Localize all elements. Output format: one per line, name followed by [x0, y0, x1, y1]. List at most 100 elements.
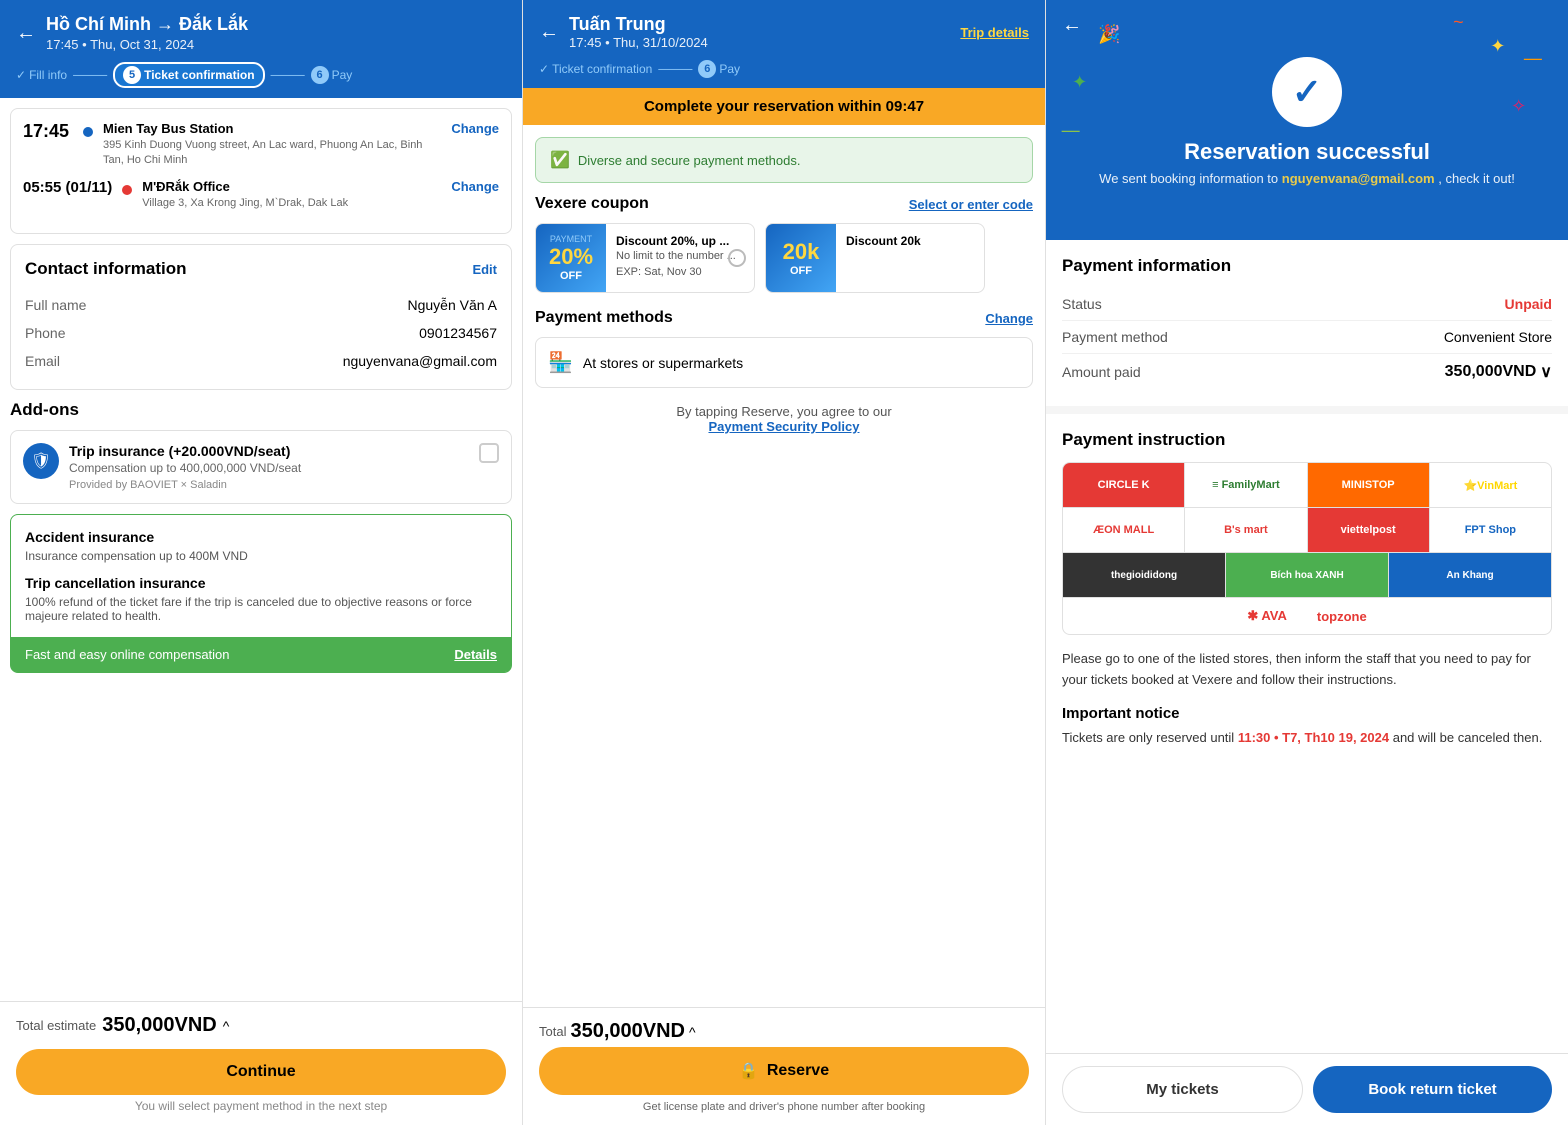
instruction-desc: Please go to one of the listed stores, t…	[1062, 649, 1552, 691]
accident-desc: Insurance compensation up to 400M VND	[25, 549, 497, 563]
back-button-p1[interactable]: ←	[16, 22, 36, 45]
accident-details-btn[interactable]: Details	[454, 647, 497, 662]
secure-text: Diverse and secure payment methods.	[578, 153, 801, 168]
store-circle-k: CIRCLE K	[1063, 463, 1185, 507]
store-topzone: topzone	[1317, 609, 1367, 624]
total-amount-p2: 350,000VND	[570, 1020, 685, 1043]
panel-success: ← 🎉 ✦ ~ ✦ ― ✧ ― ✓ Reservation successful…	[1046, 0, 1568, 1125]
footer-note-p2: Get license plate and driver's phone num…	[539, 1101, 1029, 1113]
step-num-5: 5	[123, 66, 141, 84]
phone-row: Phone 0901234567	[25, 319, 497, 347]
full-name-label: Full name	[25, 297, 86, 313]
coupon-off-2: OFF	[790, 265, 812, 277]
trip-insurance-checkbox[interactable]	[479, 443, 499, 463]
payment-instruction-section: Payment instruction CIRCLE K ≡ FamilyMar…	[1046, 414, 1568, 778]
coupon-title: Vexere coupon	[535, 195, 649, 213]
secure-icon: ✅	[550, 150, 570, 170]
agree-prefix: By tapping Reserve, you agree to our	[676, 404, 891, 419]
store-ministop: MINISTOP	[1308, 463, 1430, 507]
panel-ticket-confirmation: ← Hồ Chí Minh → Đắk Lắk 17:45 • Thu, Oct…	[0, 0, 523, 1125]
route-card: 17:45 Mien Tay Bus Station 395 Kinh Duon…	[10, 108, 512, 234]
payment-security-policy-link[interactable]: Payment Security Policy	[708, 419, 859, 434]
reserve-button[interactable]: 🔒 Reserve	[539, 1047, 1029, 1095]
accident-card: Accident insurance Insurance compensatio…	[10, 514, 512, 673]
accident-card-footer: Fast and easy online compensation Detail…	[11, 637, 511, 672]
change-departure-btn[interactable]: Change	[451, 121, 499, 136]
panel2-footer: Total 350,000VND ^ 🔒 Reserve Get license…	[523, 1007, 1045, 1125]
step-sep-1: ────	[73, 68, 107, 82]
trip-insurance-item: 🛡 Trip insurance (+20.000VND/seat) Compe…	[10, 430, 512, 504]
store-payment-label: At stores or supermarkets	[583, 355, 743, 371]
my-tickets-button[interactable]: My tickets	[1062, 1066, 1303, 1113]
success-checkmark-icon: ✓	[1292, 71, 1322, 113]
coupon-left-1: PAYMENT 20% OFF	[536, 224, 606, 292]
coupon-left-2: 20k OFF	[766, 224, 836, 292]
footer-note-p1: You will select payment method in the ne…	[16, 1099, 506, 1113]
contact-title: Contact information	[25, 259, 187, 279]
select-coupon-btn[interactable]: Select or enter code	[909, 197, 1033, 212]
store-payment-icon: 🏪	[548, 350, 573, 375]
status-label: Status	[1062, 296, 1102, 312]
store-fptshop: FPT Shop	[1430, 508, 1551, 552]
p1-route-title: Hồ Chí Minh → Đắk Lắk	[46, 14, 248, 35]
change-payment-btn[interactable]: Change	[985, 311, 1033, 326]
p2-steps: ✓ Ticket confirmation ──── 6 Pay	[539, 60, 1029, 78]
trip-insurance-content: Trip insurance (+20.000VND/seat) Compens…	[69, 443, 469, 491]
amount-chevron[interactable]: ∨	[1540, 362, 1552, 382]
store-viettelpost: viettelpost	[1308, 508, 1430, 552]
p2-step-pay: 6 Pay	[698, 60, 740, 78]
total-label-p1: Total estimate	[16, 1018, 96, 1033]
success-desc-text: We sent booking information to	[1099, 171, 1278, 186]
step-fill-info-label: Fill info	[29, 68, 67, 82]
trip-details-link[interactable]: Trip details	[960, 25, 1029, 40]
important-notice-desc: Tickets are only reserved until 11:30 • …	[1062, 728, 1552, 749]
amount-paid-value: 350,000VND ∨	[1445, 362, 1552, 382]
trip-insurance-name: Trip insurance (+20.000VND/seat)	[69, 443, 469, 459]
continue-button[interactable]: Continue	[16, 1049, 506, 1095]
full-name-row: Full name Nguyễn Văn A	[25, 291, 497, 319]
total-row-p1: Total estimate 350,000VND ^	[16, 1014, 506, 1037]
status-value: Unpaid	[1505, 296, 1552, 312]
stores-row-1: CIRCLE K ≡ FamilyMart MINISTOP ⭐VinMart	[1063, 463, 1551, 508]
back-button-p2[interactable]: ←	[539, 21, 559, 44]
total-chevron-p2[interactable]: ^	[689, 1024, 696, 1040]
email-label: Email	[25, 353, 60, 369]
p1-route-subtitle: 17:45 • Thu, Oct 31, 2024	[46, 37, 248, 52]
payment-title: Payment methods	[535, 309, 673, 327]
confetti-2: ✦	[1490, 36, 1505, 57]
coupon-radio-1[interactable]	[728, 249, 746, 267]
full-name-value: Nguyễn Văn A	[407, 297, 497, 313]
contact-info-card: Contact information Edit Full name Nguyễ…	[10, 244, 512, 390]
step-ticket-confirmation[interactable]: 5 Ticket confirmation	[113, 62, 264, 88]
store-aeon: ÆON MALL	[1063, 508, 1185, 552]
edit-contact-btn[interactable]: Edit	[472, 262, 497, 277]
coupon-header: Vexere coupon Select or enter code	[535, 195, 1033, 213]
panel3-footer: My tickets Book return ticket	[1046, 1053, 1568, 1125]
total-chevron-p1[interactable]: ^	[223, 1018, 230, 1034]
notice-deadline: 11:30 • T7, Th10 19, 2024	[1238, 730, 1389, 745]
book-return-button[interactable]: Book return ticket	[1313, 1066, 1552, 1113]
success-circle: ✓	[1272, 57, 1342, 127]
trip-insurance-desc: Compensation up to 400,000,000 VND/seat	[69, 461, 469, 475]
total-label-p2: Total	[539, 1024, 566, 1039]
payment-method-label: Payment method	[1062, 329, 1168, 345]
p2-trip-subtitle: 17:45 • Thu, 31/10/2024	[569, 35, 950, 50]
departure-dot	[83, 127, 93, 137]
store-payment-option[interactable]: 🏪 At stores or supermarkets	[535, 337, 1033, 388]
coupon-card-1[interactable]: PAYMENT 20% OFF Discount 20%, up ... No …	[535, 223, 755, 293]
coupon-type-1: PAYMENT	[550, 234, 592, 244]
back-button-p3[interactable]: ←	[1062, 14, 1082, 37]
store-ankhang: An Khang	[1389, 553, 1551, 597]
coupon-percent-1: 20%	[549, 244, 593, 270]
phone-label: Phone	[25, 325, 65, 341]
coupon-card-2[interactable]: 20k OFF Discount 20k	[765, 223, 985, 293]
p2-step-ticket-label: Ticket confirmation	[552, 62, 652, 76]
change-arrival-btn[interactable]: Change	[451, 179, 499, 194]
status-row: Status Unpaid	[1062, 288, 1552, 321]
success-desc2: , check it out!	[1438, 171, 1515, 186]
panel3-body: Payment information Status Unpaid Paymen…	[1046, 240, 1568, 1053]
trip-insurance-icon: 🛡	[23, 443, 59, 479]
stores-grid: CIRCLE K ≡ FamilyMart MINISTOP ⭐VinMart …	[1062, 462, 1552, 635]
coupon-off-1: OFF	[560, 270, 582, 282]
agree-text: By tapping Reserve, you agree to our Pay…	[523, 404, 1045, 434]
